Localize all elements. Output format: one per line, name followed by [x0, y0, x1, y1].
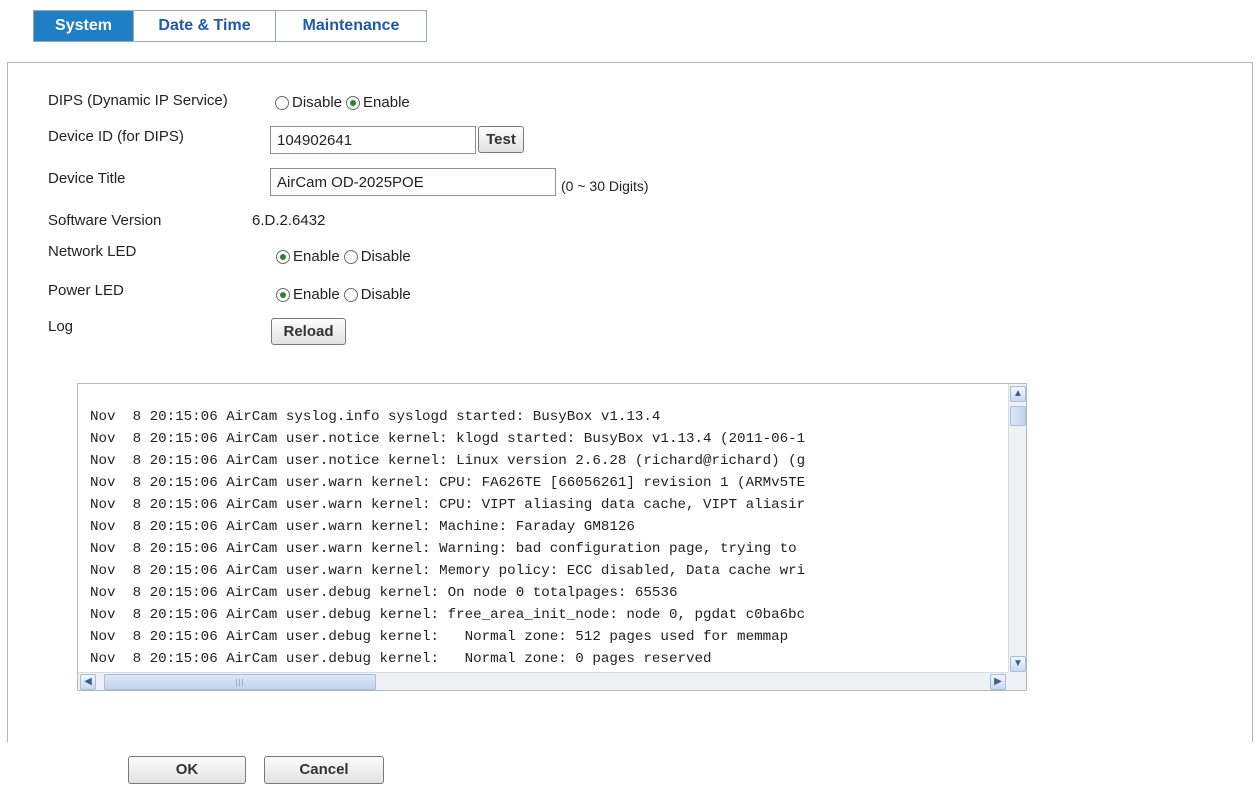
- test-button[interactable]: Test: [478, 126, 524, 153]
- log-line: Nov 8 20:15:06 AirCam user.notice kernel…: [90, 453, 806, 469]
- power-led-label: Power LED: [48, 282, 124, 299]
- vertical-scrollbar[interactable]: ▲ ▼: [1008, 384, 1026, 674]
- dips-radio-group: Disable Enable: [275, 94, 414, 111]
- network-led-radio-group: Enable Disable: [276, 248, 415, 265]
- log-line: Nov 8 20:15:06 AirCam user.debug kernel:…: [90, 629, 789, 645]
- network-led-label: Network LED: [48, 243, 137, 260]
- software-version-value: 6.D.2.6432: [252, 212, 326, 229]
- log-line: Nov 8 20:15:06 AirCam user.warn kernel: …: [90, 563, 806, 579]
- network-led-disable-label: Disable: [360, 248, 411, 265]
- dips-enable-label: Enable: [363, 94, 410, 111]
- log-line: Nov 8 20:15:06 AirCam syslog.info syslog…: [90, 409, 661, 425]
- power-led-radio-group: Enable Disable: [276, 286, 415, 303]
- scrollbar-corner: [1008, 672, 1026, 690]
- tab-maintenance[interactable]: Maintenance: [276, 11, 426, 41]
- dips-disable-label: Disable: [292, 94, 343, 111]
- chevron-left-icon[interactable]: ◀: [80, 674, 96, 690]
- ok-button[interactable]: OK: [128, 756, 246, 784]
- chevron-up-icon[interactable]: ▲: [1010, 386, 1026, 402]
- tab-date-time[interactable]: Date & Time: [134, 11, 276, 41]
- network-led-enable-radio[interactable]: [276, 249, 290, 264]
- power-led-enable-label: Enable: [293, 286, 340, 303]
- reload-button[interactable]: Reload: [271, 318, 346, 345]
- network-led-disable-radio[interactable]: [343, 249, 358, 264]
- power-led-disable-label: Disable: [360, 286, 411, 303]
- tab-system[interactable]: System: [34, 11, 134, 41]
- software-version-label: Software Version: [48, 212, 162, 229]
- chevron-down-icon[interactable]: ▼: [1010, 656, 1026, 672]
- dips-label: DIPS (Dynamic IP Service): [48, 92, 228, 109]
- log-line: Nov 8 20:15:06 AirCam user.notice kernel…: [90, 431, 806, 447]
- horizontal-scroll-thumb[interactable]: |||: [104, 674, 376, 690]
- log-line: Nov 8 20:15:06 AirCam user.debug kernel:…: [90, 607, 806, 623]
- dips-enable-radio[interactable]: [346, 95, 361, 110]
- cancel-button[interactable]: Cancel: [264, 756, 384, 784]
- tab-bar: System Date & Time Maintenance: [33, 10, 427, 42]
- dips-disable-radio[interactable]: [275, 95, 289, 110]
- power-led-enable-radio[interactable]: [276, 287, 290, 302]
- log-line: Nov 8 20:15:06 AirCam user.warn kernel: …: [90, 475, 806, 491]
- chevron-right-icon[interactable]: ▶: [990, 674, 1006, 690]
- device-id-label: Device ID (for DIPS): [48, 128, 184, 145]
- device-title-input[interactable]: [270, 168, 556, 196]
- vertical-scroll-thumb[interactable]: [1010, 406, 1026, 426]
- device-title-label: Device Title: [48, 170, 126, 187]
- network-led-enable-label: Enable: [293, 248, 340, 265]
- log-line: Nov 8 20:15:06 AirCam user.warn kernel: …: [90, 519, 635, 535]
- log-line: Nov 8 20:15:06 AirCam user.warn kernel: …: [90, 541, 797, 557]
- log-line: Nov 8 20:15:06 AirCam user.debug kernel:…: [90, 585, 678, 601]
- power-led-disable-radio[interactable]: [343, 287, 358, 302]
- device-id-input[interactable]: [270, 126, 476, 154]
- log-line: Nov 8 20:15:06 AirCam user.debug kernel:…: [90, 651, 712, 667]
- log-textarea[interactable]: Nov 8 20:15:06 AirCam syslog.info syslog…: [77, 383, 1027, 691]
- log-content: Nov 8 20:15:06 AirCam syslog.info syslog…: [90, 406, 1006, 668]
- horizontal-scrollbar[interactable]: ◀ ||| ▶: [78, 672, 1008, 690]
- device-title-hint: (0 ~ 30 Digits): [561, 178, 649, 194]
- log-label: Log: [48, 318, 74, 335]
- log-line: Nov 8 20:15:06 AirCam user.warn kernel: …: [90, 497, 806, 513]
